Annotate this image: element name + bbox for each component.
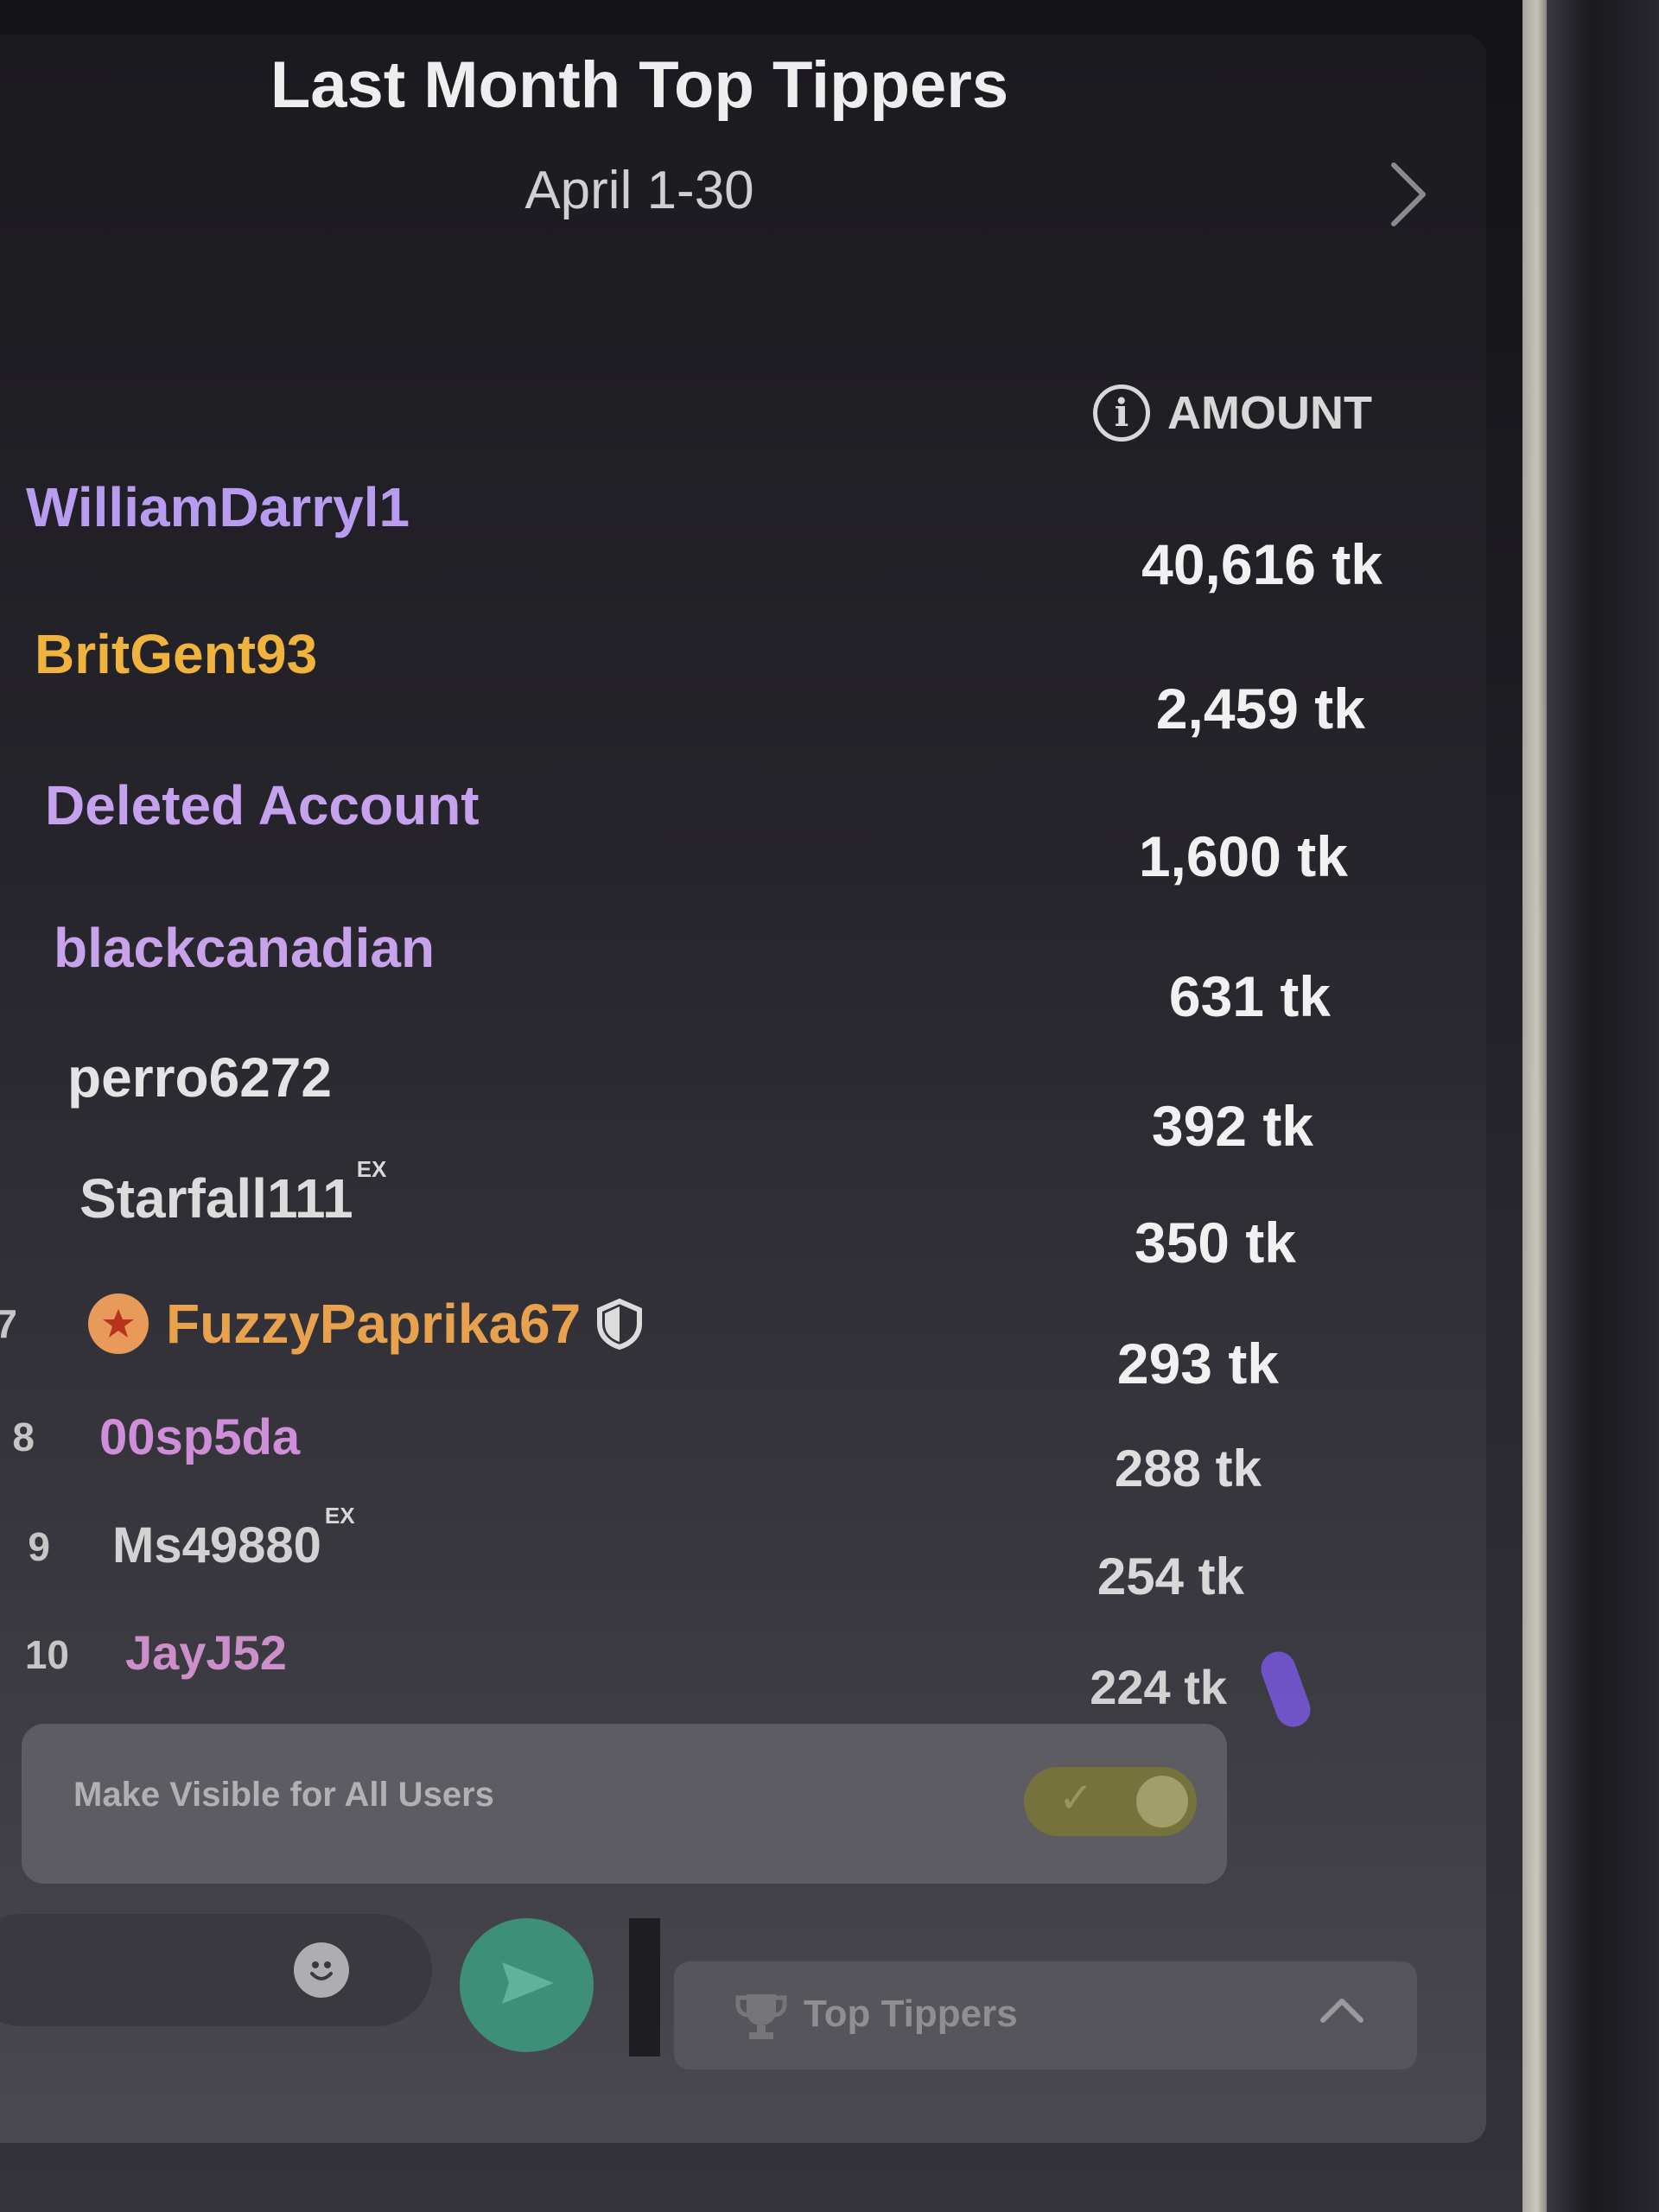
tip-amount: 392 tk [1151, 1094, 1313, 1158]
tipper-name[interactable]: 00sp5da [99, 1408, 300, 1466]
tipper-name[interactable]: JayJ52 [125, 1624, 287, 1681]
tipper-row[interactable]: BritGent93 2,459 tk [0, 622, 1417, 741]
tip-amount: 254 tk [1096, 1548, 1244, 1605]
amount-header-label: AMOUNT [1167, 387, 1372, 439]
tipper-row[interactable]: WilliamDarryl1 40,616 tk [0, 475, 1417, 596]
tipper-row[interactable]: 10 JayJ52 224 tk [0, 1624, 1417, 1719]
star-icon [88, 1294, 149, 1354]
tip-amount: 350 tk [1134, 1211, 1296, 1274]
visibility-setting: Make Visible for All Users ✓ [22, 1724, 1227, 1884]
tip-amount: 224 tk [1090, 1660, 1227, 1714]
ex-badge: EX [356, 1155, 387, 1182]
rank-number: 8 [12, 1414, 35, 1459]
shield-icon [596, 1298, 643, 1350]
tipper-row[interactable]: 8 00sp5da 288 tk [0, 1408, 1417, 1503]
tipper-row[interactable]: 9 Ms49880 EX 254 tk [0, 1503, 1417, 1611]
tipper-row[interactable]: 7 FuzzyPaprika67 293 tk [0, 1292, 1417, 1395]
top-tippers-tab[interactable]: Top Tippers [674, 1961, 1417, 2069]
ex-badge: EX [324, 1503, 355, 1529]
tipper-name[interactable]: perro6272 [67, 1046, 332, 1109]
tipper-row[interactable]: perro6272 392 tk [0, 1046, 1417, 1158]
tipper-name[interactable]: blackcanadian [54, 916, 435, 980]
chevron-up-icon[interactable] [1318, 1993, 1366, 2027]
panel-date-range: April 1-30 [524, 161, 754, 220]
tipper-name[interactable]: Ms49880 EX [112, 1503, 355, 1574]
rank-number: 7 [0, 1301, 17, 1346]
send-icon [497, 1957, 557, 2013]
visibility-label: Make Visible for All Users [73, 1776, 494, 1814]
tipper-name[interactable]: Starfall111 EX [79, 1156, 386, 1230]
chevron-right-icon[interactable] [1374, 156, 1443, 233]
info-icon[interactable]: i [1093, 385, 1150, 442]
tipper-row[interactable]: Deleted Account 1,600 tk [0, 773, 1417, 888]
tipper-row[interactable]: blackcanadian 631 tk [0, 916, 1417, 1028]
amount-column-header: i AMOUNT [1093, 385, 1372, 442]
tip-amount: 293 tk [1116, 1332, 1279, 1395]
tipper-name[interactable]: Deleted Account [45, 773, 480, 837]
toggle-knob [1136, 1776, 1188, 1827]
tip-amount: 1,600 tk [1138, 824, 1348, 888]
panel-title: Last Month Top Tippers [270, 48, 1009, 122]
tip-amount: 2,459 tk [1155, 677, 1365, 741]
monitor-bezel [1547, 0, 1659, 2212]
check-icon: ✓ [1058, 1776, 1094, 1821]
chat-input[interactable] [0, 1914, 432, 2026]
send-button[interactable] [460, 1918, 594, 2052]
trophy-icon [734, 1991, 788, 2041]
rank-number: 10 [24, 1632, 69, 1677]
visibility-toggle[interactable]: ✓ [1024, 1767, 1197, 1836]
tab-label: Top Tippers [804, 1993, 1018, 2035]
tip-amount: 288 tk [1114, 1440, 1262, 1497]
tip-amount: 631 tk [1168, 964, 1331, 1028]
monitor-bezel-edge [1522, 0, 1547, 2212]
smiley-icon[interactable] [294, 1942, 349, 1998]
footer-divider [629, 1918, 660, 2056]
rank-number: 9 [28, 1524, 50, 1569]
tipper-name[interactable]: WilliamDarryl1 [26, 475, 410, 539]
tip-amount: 40,616 tk [1141, 532, 1382, 596]
tipper-name[interactable]: BritGent93 [35, 622, 317, 686]
tipper-row[interactable]: Starfall111 EX 350 tk [0, 1156, 1417, 1275]
tipper-name[interactable]: FuzzyPaprika67 [88, 1292, 643, 1356]
